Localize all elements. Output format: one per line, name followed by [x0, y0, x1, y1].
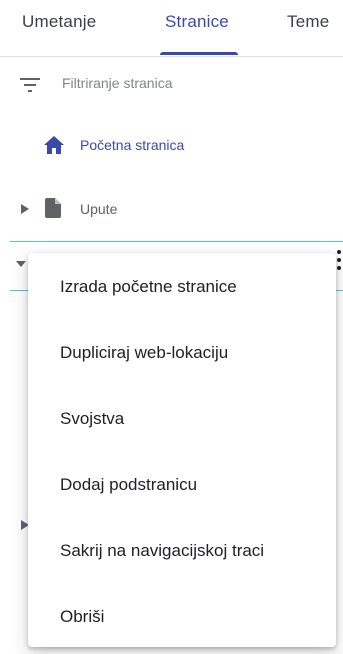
- tab-themes[interactable]: Teme: [287, 12, 329, 32]
- page-item-upute[interactable]: Upute: [0, 190, 343, 230]
- filter-placeholder: Filtriranje stranica: [62, 75, 173, 91]
- menu-item-label: Izrada početne stranice: [60, 277, 237, 296]
- page-item-home[interactable]: Početna stranica: [0, 126, 343, 166]
- expand-arrow-icon[interactable]: [21, 204, 29, 214]
- menu-item-duplicate-site[interactable]: Dupliciraj web-lokaciju: [28, 329, 336, 377]
- menu-item-label: Dodaj podstranicu: [60, 475, 198, 494]
- menu-item-label: Obriši: [60, 607, 105, 626]
- filter-pages-field[interactable]: Filtriranje stranica: [0, 64, 343, 106]
- menu-item-properties[interactable]: Svojstva: [28, 395, 336, 443]
- collapse-arrow-icon[interactable]: [16, 261, 26, 267]
- page-label: Početna stranica: [80, 137, 185, 153]
- menu-item-label: Sakrij na navigacijskoj traci: [60, 541, 265, 560]
- menu-item-hide-from-navigation[interactable]: Sakrij na navigacijskoj traci: [28, 527, 336, 575]
- tab-pages[interactable]: Stranice: [165, 12, 229, 32]
- menu-item-label: Svojstva: [60, 409, 125, 428]
- menu-item-label: Dupliciraj web-lokaciju: [60, 343, 229, 362]
- page-label: Upute: [80, 201, 118, 217]
- document-icon: [45, 198, 61, 218]
- more-options-icon[interactable]: [336, 250, 342, 270]
- filter-icon: [20, 78, 40, 92]
- active-tab-indicator: [160, 52, 238, 55]
- menu-item-delete[interactable]: Obriši: [28, 593, 336, 641]
- home-icon: [44, 136, 64, 154]
- menu-item-make-homepage[interactable]: Izrada početne stranice: [28, 263, 336, 311]
- menu-item-add-subpage[interactable]: Dodaj podstranicu: [28, 461, 336, 509]
- tab-bar: Umetanje Stranice Teme: [0, 0, 343, 57]
- tab-insert[interactable]: Umetanje: [22, 12, 96, 32]
- sites-editor-panel: Umetanje Stranice Teme Filtriranje stran…: [0, 0, 343, 654]
- page-context-menu: Izrada početne stranice Dupliciraj web-l…: [28, 253, 336, 647]
